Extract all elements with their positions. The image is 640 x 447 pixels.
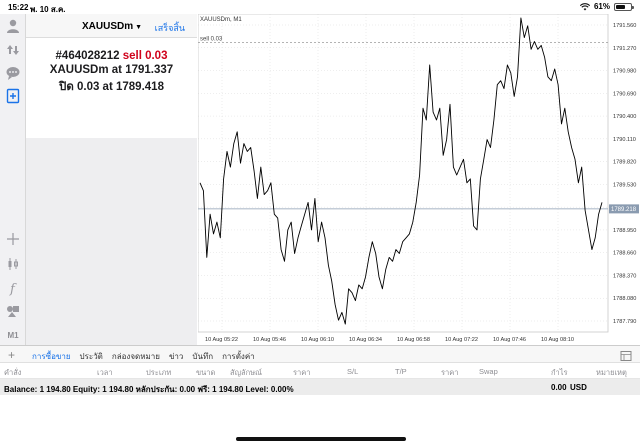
status-bar: 15:22 พ. 10 ส.ค. 61% <box>0 0 640 14</box>
x-tick-label: 10 Aug 05:46 <box>253 337 286 343</box>
y-tick-label: 1790.690 <box>613 91 636 97</box>
order-entry-text: XAUUSDm at <box>49 64 123 76</box>
price-chart[interactable]: sell 0.03 1791.560 1791.270 1790.980 1790.6… <box>198 14 640 345</box>
account-summary-row: Balance: 1 194.80 Equity: 1 194.80 หลักป… <box>0 379 640 395</box>
chart-svg[interactable]: sell 0.03 1791.560 1791.270 1790.980 1790.6… <box>198 14 640 345</box>
add-icon[interactable]: + <box>8 348 15 362</box>
order-entry-price: 1791.337 <box>125 64 174 76</box>
battery-icon <box>614 2 634 11</box>
col-volume[interactable]: ขนาด <box>196 367 215 379</box>
x-tick-label: 10 Aug 05:22 <box>205 337 238 343</box>
x-axis: 10 Aug 05:22 10 Aug 05:46 10 Aug 06:10 10 A… <box>205 337 574 343</box>
y-tick-label: 1788.080 <box>613 296 636 302</box>
col-current-price[interactable]: ราคา <box>441 367 458 379</box>
new-order-icon[interactable] <box>3 86 23 106</box>
order-panel-header: XAUUSDm ▼ เสร็จสิ้น <box>26 14 197 38</box>
trade-columns-header: คำสั่ง เวลา ประเภท ขนาด สัญลักษณ์ ราคา S… <box>0 363 640 379</box>
account-icon[interactable] <box>3 16 23 36</box>
panel-menu-icon[interactable] <box>620 349 632 361</box>
symbol-name: XAUUSDm <box>82 21 134 32</box>
y-tick-label: 1791.270 <box>613 46 636 52</box>
chevron-down-icon: ▼ <box>135 24 143 31</box>
y-tick-label: 1788.370 <box>613 273 636 279</box>
x-tick-label: 10 Aug 06:34 <box>349 337 382 343</box>
timeframe-button[interactable]: M1 <box>3 325 23 345</box>
mt5-trading-screen: 15:22 พ. 10 ส.ค. 61% f M1 XAUUSDm ▼ เสร็… <box>0 0 640 447</box>
account-currency: USD <box>570 383 587 392</box>
candles-icon[interactable] <box>3 254 23 274</box>
order-level-label: sell 0.03 <box>200 37 223 43</box>
y-tick-label: 1791.560 <box>613 23 636 29</box>
svg-text:f: f <box>9 282 17 296</box>
order-close-price: 1789.418 <box>116 81 164 93</box>
col-profit[interactable]: กำไร <box>551 367 568 379</box>
x-tick-label: 10 Aug 08:10 <box>541 337 574 343</box>
x-tick-label: 10 Aug 06:10 <box>301 337 334 343</box>
col-tp[interactable]: T/P <box>395 367 407 376</box>
objects-icon[interactable] <box>3 301 23 321</box>
col-price[interactable]: ราคา <box>293 367 310 379</box>
col-sl[interactable]: S/L <box>347 367 358 376</box>
col-symbol[interactable]: สัญลักษณ์ <box>230 367 262 379</box>
bottom-tabs-bar: + การซื้อขาย ประวัติ กล่องจดหมาย ข่าว บั… <box>0 345 640 366</box>
account-summary: Balance: 1 194.80 Equity: 1 194.80 หลักป… <box>4 385 294 394</box>
order-result-card: #464028212 sell 0.03 XAUUSDm at 1791.337… <box>26 38 197 138</box>
y-tick-label: 1790.980 <box>613 69 636 75</box>
y-tick-label: 1790.400 <box>613 114 636 120</box>
x-tick-label: 10 Aug 07:22 <box>445 337 478 343</box>
plot-frame <box>198 14 609 333</box>
indicator-f-icon[interactable]: f <box>3 278 23 298</box>
chat-icon[interactable] <box>3 63 23 83</box>
y-tick-label: 1788.660 <box>613 251 636 257</box>
order-panel: XAUUSDm ▼ เสร็จสิ้น #464028212 sell 0.03 … <box>26 14 197 345</box>
col-swap[interactable]: Swap <box>479 367 498 376</box>
order-entry-line: XAUUSDm at 1791.337 <box>26 64 197 76</box>
crosshair-icon[interactable] <box>3 229 23 249</box>
order-close-line: ปิด 0.03 at 1789.418 <box>26 78 197 96</box>
order-ticket-line: #464028212 sell 0.03 <box>26 50 197 62</box>
trade-icon[interactable] <box>3 40 23 60</box>
symbol-selector[interactable]: XAUUSDm ▼ <box>82 21 142 32</box>
y-axis: 1791.560 1791.270 1790.980 1790.690 1790.400… <box>613 23 636 325</box>
left-toolbar: f M1 <box>0 14 26 345</box>
order-ticket: #464028212 <box>55 50 120 62</box>
y-tick-label: 1789.820 <box>613 160 636 166</box>
battery-fill <box>616 4 625 9</box>
x-tick-label: 10 Aug 06:58 <box>397 337 430 343</box>
done-button[interactable]: เสร็จสิ้น <box>155 21 185 35</box>
status-right: 61% <box>579 2 634 11</box>
total-profit: 0.00 <box>551 383 567 392</box>
col-type[interactable]: ประเภท <box>146 367 171 379</box>
chart-grid <box>198 14 608 332</box>
y-tick-label: 1787.790 <box>613 319 636 325</box>
order-close-text: ปิด 0.03 at <box>59 81 113 93</box>
battery-percent: 61% <box>593 2 610 11</box>
status-time: 15:22 <box>8 3 29 12</box>
chart-symbol-label: XAUUSDm, M1 <box>200 17 242 23</box>
price-line-series <box>199 17 603 325</box>
y-tick-label: 1789.530 <box>613 182 636 188</box>
y-tick-label: 1790.110 <box>613 137 636 143</box>
current-price-label: 1789.218 <box>611 207 637 213</box>
col-time[interactable]: เวลา <box>97 367 113 379</box>
col-order[interactable]: คำสั่ง <box>4 367 21 379</box>
order-action: sell 0.03 <box>122 50 168 62</box>
home-indicator[interactable] <box>236 437 406 441</box>
col-comment[interactable]: หมายเหตุ <box>596 367 627 379</box>
x-tick-label: 10 Aug 07:46 <box>493 337 526 343</box>
y-tick-label: 1788.950 <box>613 228 636 234</box>
wifi-icon <box>579 2 590 10</box>
